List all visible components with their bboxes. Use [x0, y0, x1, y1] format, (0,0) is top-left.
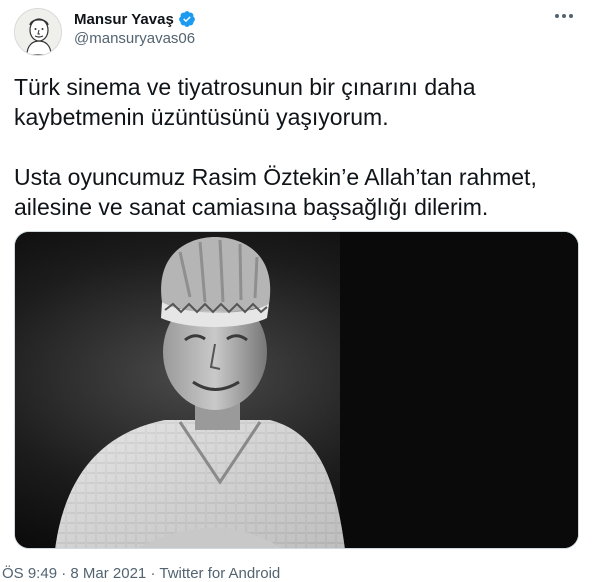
tweet-source-link[interactable]: Twitter for Android: [159, 565, 280, 582]
tweet-time: ÖS 9:49: [2, 565, 58, 582]
author-display-name[interactable]: Mansur Yavaş: [74, 11, 174, 28]
tweet-meta: ÖS 9:49 · 8 Mar 2021 · Twitter for Andro…: [2, 565, 280, 582]
avatar[interactable]: [14, 8, 62, 56]
tweet: Mansur Yavaş @mansuryavas06 Türk sinema …: [0, 0, 598, 582]
tweet-text-line: Usta oyuncumuz Rasim Öztekin’e Allah’tan…: [14, 164, 537, 190]
tweet-text: Türk sinema ve tiyatrosunun bir çınarını…: [14, 72, 584, 222]
portrait-photo: [15, 232, 578, 548]
caricature-portrait-icon: [15, 9, 61, 55]
verified-badge-icon: [178, 10, 196, 28]
tweet-text-line: ailesine ve sanat camiasına başsağlığı d…: [14, 194, 489, 220]
tweet-photo[interactable]: [14, 231, 579, 549]
more-horizontal-icon[interactable]: [552, 6, 576, 26]
tweet-date: 8 Mar 2021: [70, 565, 147, 582]
tweet-text-line: kaybetmenin üzüntüsünü yaşıyorum.: [14, 104, 389, 130]
tweet-time-link[interactable]: ÖS 9:49 · 8 Mar 2021: [2, 565, 146, 582]
tweet-text-line: Türk sinema ve tiyatrosunun bir çınarını…: [14, 74, 476, 100]
author-handle[interactable]: @mansuryavas06: [74, 30, 195, 47]
separator: ·: [61, 565, 67, 582]
separator: ·: [150, 565, 156, 582]
author-name-row[interactable]: Mansur Yavaş: [74, 9, 196, 29]
